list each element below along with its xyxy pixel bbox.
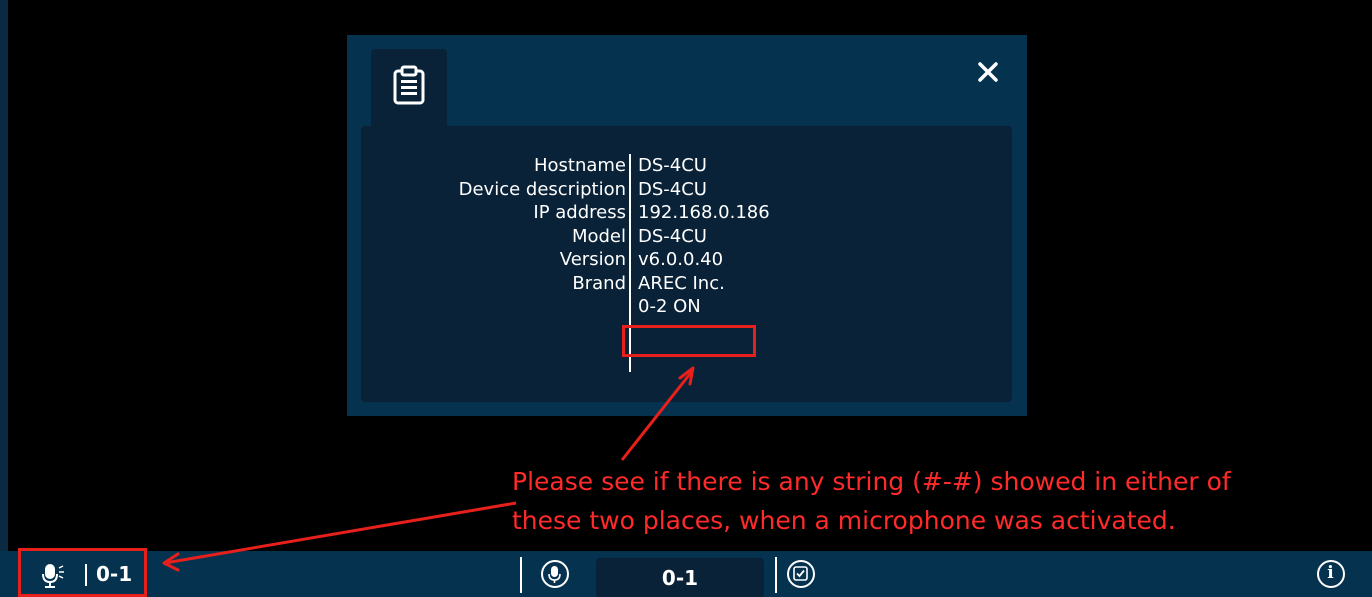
annotation-arrow-left <box>164 501 517 565</box>
annotation-line-2: these two places, when a microphone was … <box>512 506 1176 535</box>
annotation-arrow-up <box>620 369 695 461</box>
annotation-note: Please see if there is any string (#-#) … <box>512 462 1352 540</box>
annotation-line-1: Please see if there is any string (#-#) … <box>512 467 1231 496</box>
